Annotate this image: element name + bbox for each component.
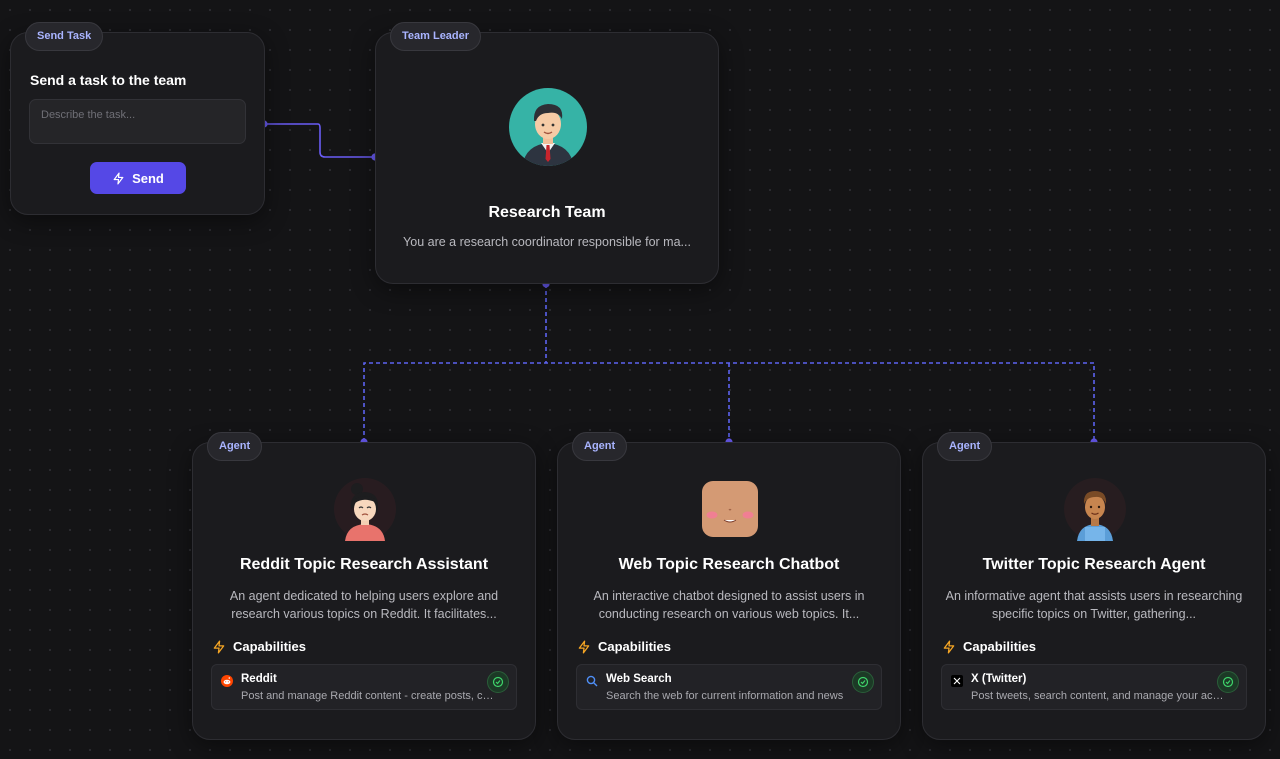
agent-badge: Agent [937,432,993,461]
send-button-label: Send [132,170,164,186]
capabilities-label: Capabilities [963,639,1036,654]
lightning-icon [943,640,955,653]
capability-name: X (Twitter) [971,673,1027,685]
send-task-title: Send a task to the team [30,72,187,88]
agent-badge: Agent [572,432,628,461]
agent-description: An agent dedicated to helping users expl… [229,589,499,621]
agent-name: Reddit Topic Research Assistant [239,556,489,573]
businessman-avatar-icon [509,88,587,166]
capability-enabled-check [1217,671,1239,693]
person-avatar-icon [1064,478,1126,541]
agent-description: An informative agent that assists users … [945,589,1243,621]
capability-item[interactable]: X (Twitter) Post tweets, search content,… [941,664,1247,710]
agent-name: Web Topic Research Chatbot [618,556,840,573]
capability-description: Post and manage Reddit content - create … [241,690,497,702]
send-button[interactable]: Send [90,162,186,194]
lightning-icon [113,171,124,185]
capability-description: Post tweets, search content, and manage … [971,690,1227,702]
capabilities-label: Capabilities [233,639,306,654]
capabilities-heading: Capabilities [577,639,671,654]
capability-name: Web Search [606,673,672,685]
face-avatar-icon [702,481,758,537]
team-leader-name: Research Team [488,204,606,221]
team-leader-description: You are a research coordinator responsib… [403,235,691,249]
check-circle-icon [1222,676,1234,688]
capability-item[interactable]: Web Search Search the web for current in… [576,664,882,710]
send-task-badge: Send Task [25,22,104,51]
capability-name: Reddit [241,673,277,685]
reddit-icon [221,675,233,687]
capability-enabled-check [852,671,874,693]
agent-description: An interactive chatbot designed to assis… [593,589,865,621]
lightning-icon [578,640,590,653]
leader-to-agents-edge [363,284,1095,442]
capability-enabled-check [487,671,509,693]
capabilities-heading: Capabilities [212,639,306,654]
woman-avatar-icon [334,478,396,541]
agent-node[interactable]: Agent Twitter Topic Research Agent An in… [922,432,1266,740]
send-to-leader-edge [264,123,375,158]
capabilities-label: Capabilities [598,639,671,654]
check-circle-icon [492,676,504,688]
capability-item[interactable]: Reddit Post and manage Reddit content - … [211,664,517,710]
capabilities-heading: Capabilities [942,639,1036,654]
agent-node[interactable]: Agent Web Topic Research Chatbot An inte… [557,432,901,740]
x-icon [951,675,963,687]
agent-badge: Agent [207,432,263,461]
team-leader-node[interactable]: Team Leader Research Team You are a rese… [375,22,719,284]
send-task-node[interactable]: Send Task Send a task to the team Send [10,22,265,215]
task-description-input[interactable] [29,99,246,144]
lightning-icon [213,640,225,653]
capability-description: Search the web for current information a… [606,690,844,702]
search-icon [586,675,598,687]
agent-name: Twitter Topic Research Agent [982,556,1206,573]
agent-node[interactable]: Agent Reddit Topic Research Assistant An… [192,432,536,740]
check-circle-icon [857,676,869,688]
team-leader-badge: Team Leader [390,22,482,51]
